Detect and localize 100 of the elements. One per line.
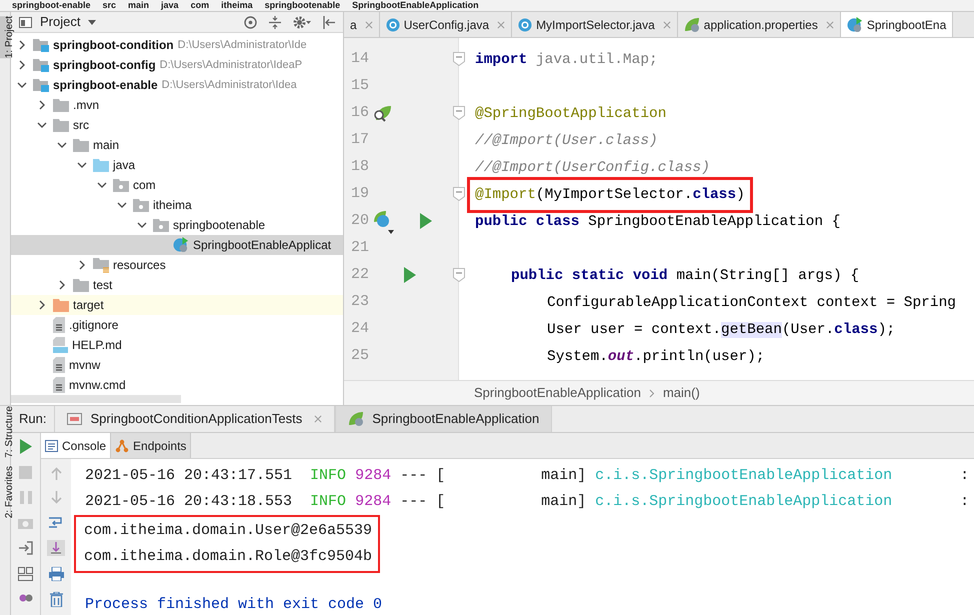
chevron-down-icon[interactable] — [17, 80, 27, 90]
breadcrumb-item[interactable]: main() — [662, 383, 700, 403]
console-tab[interactable]: Console — [41, 433, 112, 458]
breadcrumb-item[interactable]: SpringbootEnableApplication — [474, 383, 641, 403]
chevron-right-icon[interactable] — [37, 100, 47, 110]
tree-item[interactable]: .gitignore — [11, 315, 343, 335]
log-level: INFO — [310, 492, 346, 512]
line-number: 18 — [351, 158, 370, 176]
package-icon — [133, 198, 149, 212]
close-icon[interactable] — [364, 20, 373, 28]
run-icon[interactable] — [404, 267, 416, 283]
spring-class-icon — [173, 237, 189, 253]
module-folder-icon — [33, 78, 49, 92]
tree-item-label: springboot-enable — [53, 77, 158, 94]
module-path: D:\Users\Administrator\Idea — [162, 78, 297, 93]
settings-icon[interactable] — [293, 16, 311, 28]
log-logger: c.i.s.SpringbootEnableApplication — [595, 492, 892, 512]
tree-item[interactable]: HELP.md — [11, 335, 343, 355]
scroll-to-end-icon[interactable] — [47, 540, 65, 556]
locate-icon[interactable] — [244, 16, 257, 28]
tree-item-label: mvnw.cmd — [69, 377, 126, 394]
run-tab[interactable]: SpringbootEnableApplication — [335, 406, 552, 432]
tree-item[interactable]: springbootenable — [11, 215, 343, 235]
module-path: D:\Users\Administrator\Ide — [178, 38, 307, 53]
fold-marker-icon[interactable] — [453, 52, 465, 66]
folder-icon — [93, 158, 109, 172]
folder-icon — [53, 118, 69, 132]
tree-item[interactable]: target — [11, 295, 343, 315]
fold-marker-icon[interactable] — [453, 187, 465, 201]
tree-item-label: java — [113, 157, 136, 174]
dropdown-caret-icon[interactable] — [88, 20, 96, 24]
console-icon — [45, 440, 58, 452]
run-icon[interactable] — [20, 439, 32, 454]
bean-search-icon[interactable] — [372, 104, 392, 122]
tree-item[interactable]: itheima — [11, 195, 343, 215]
tree-item[interactable]: mvnw.cmd — [11, 375, 343, 395]
layout-icon[interactable] — [18, 567, 33, 581]
breadcrumb-item[interactable]: springbootenable — [264, 0, 340, 11]
log-colon: : — [960, 492, 970, 512]
tree-item-label: springbootenable — [173, 217, 266, 234]
tree-item-label: .gitignore — [69, 317, 118, 334]
console-output-line: com.itheima.domain.Role@3fc9504b — [84, 548, 372, 566]
run-icon[interactable] — [420, 213, 432, 229]
plugin-icon[interactable] — [18, 593, 32, 603]
fold-marker-icon[interactable] — [453, 268, 465, 282]
tree-item[interactable]: resources — [11, 255, 343, 275]
class-icon — [386, 18, 400, 32]
log-pid: 9284 — [355, 466, 392, 486]
tree-item[interactable]: java — [11, 155, 343, 175]
resources-folder-icon — [93, 258, 109, 272]
tree-item[interactable]: springboot-enable D:\Users\Administrator\Idea — [11, 75, 343, 95]
close-icon[interactable] — [314, 415, 322, 423]
tree-item[interactable]: .mvn — [11, 95, 343, 115]
console-tab[interactable]: Endpoints — [111, 433, 192, 458]
collapse-icon[interactable] — [269, 16, 281, 28]
horizontal-scrollbar[interactable] — [11, 395, 181, 403]
breadcrumb-item[interactable]: com — [190, 0, 210, 11]
editor-tab[interactable]: UserConfig.java — [380, 12, 512, 37]
tree-item[interactable]: springboot-condition D:\Users\Administrator\Ide — [11, 35, 343, 55]
close-icon[interactable] — [662, 20, 671, 28]
tree-item[interactable]: src — [11, 115, 343, 135]
editor-tab[interactable]: SpringbootEna — [840, 12, 954, 37]
breadcrumb-item[interactable]: springboot-enable — [12, 0, 90, 11]
tree-item[interactable]: springboot-config D:\Users\Administrator\IdeaP — [11, 55, 343, 75]
hide-icon[interactable] — [323, 16, 335, 28]
close-icon[interactable] — [826, 20, 834, 28]
breadcrumb-item[interactable]: SpringbootEnableApplication — [352, 0, 479, 11]
delete-icon[interactable] — [50, 592, 62, 607]
line-number: 23 — [351, 293, 370, 311]
bean-class-icon[interactable] — [372, 210, 394, 234]
panel-title[interactable]: Project — [40, 12, 80, 32]
breadcrumb-item[interactable]: itheima — [221, 0, 253, 11]
print-icon[interactable] — [48, 567, 64, 581]
tree-item[interactable]: mvnw — [11, 355, 343, 375]
tool-window-tab[interactable]: 2: Favorites — [0, 466, 11, 518]
tree-item[interactable]: test — [11, 275, 343, 295]
tree-item[interactable]: main — [11, 135, 343, 155]
breadcrumb-item[interactable]: java — [161, 0, 179, 11]
test-config-icon — [67, 413, 82, 425]
run-tab[interactable]: SpringbootConditionApplicationTests — [54, 406, 336, 432]
log-separator: --- [ — [400, 466, 446, 486]
tree-item[interactable]: SpringbootEnableApplicat — [11, 235, 343, 255]
tree-item[interactable]: com — [11, 175, 343, 195]
chevron-right-icon — [648, 388, 655, 398]
log-level: INFO — [310, 466, 346, 486]
module-folder-icon — [33, 38, 49, 52]
breadcrumb-item[interactable]: src — [102, 0, 116, 11]
endpoints-icon — [115, 438, 130, 452]
console-output-line: com.itheima.domain.User@2e6a5539 — [84, 522, 372, 540]
soft-wrap-icon[interactable] — [48, 515, 64, 529]
spring-leaf-icon — [348, 411, 364, 427]
folder-icon — [73, 138, 89, 152]
close-icon[interactable] — [497, 20, 506, 28]
login-icon[interactable] — [18, 541, 33, 555]
line-number: 25 — [351, 347, 370, 365]
tool-window-tab[interactable]: 7: Structure — [0, 406, 11, 458]
code-line: System.out.println(user); — [547, 348, 765, 366]
fold-marker-icon[interactable] — [453, 106, 465, 120]
breadcrumb-item[interactable]: main — [128, 0, 150, 11]
log-thread: main] — [541, 492, 586, 512]
